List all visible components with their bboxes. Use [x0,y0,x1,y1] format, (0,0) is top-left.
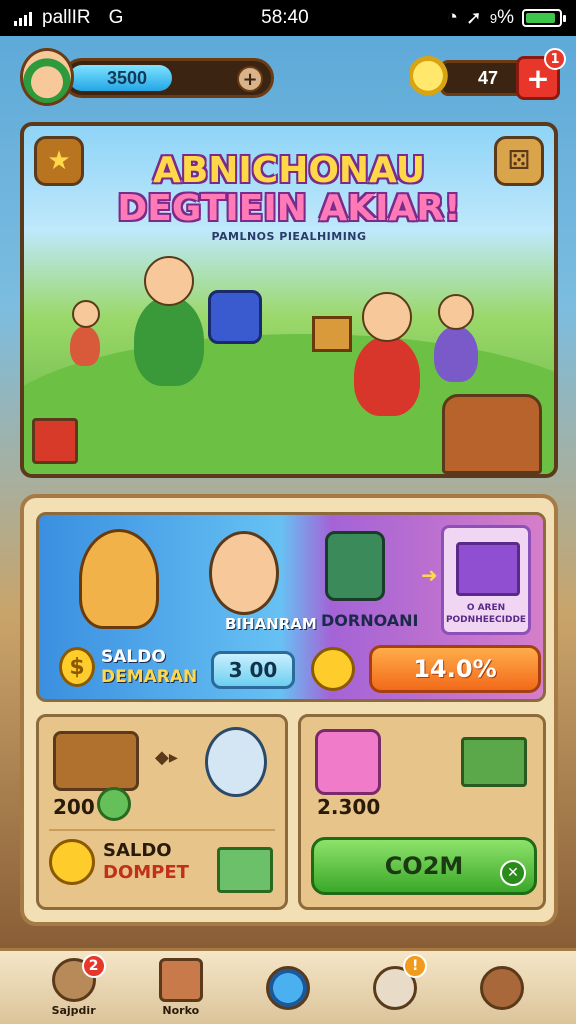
banner-title-line2: DEGTIEIN AKIAR! [117,188,461,229]
box-icon [158,958,203,1002]
nav-item-box[interactable]: Norko [149,954,213,1022]
transfer-arrows-icon: ◆▸ [155,747,178,768]
label-bihanram: BIHANRAM [225,615,317,633]
character-small-left [70,300,100,366]
wallet-value: 200 [53,795,95,819]
gold-coin-icon [49,839,95,885]
event-banner[interactable]: ★ ⚄ ABNICHONAU DEGTIEIN AKIAR! PAMLNOS P… [20,122,558,478]
notification-badge: 1 [544,48,566,70]
mystery-gift-icon [456,542,520,596]
clock: 58:40 [261,7,309,28]
add-coins-button[interactable]: + [237,66,263,92]
mascot-icon [205,727,267,797]
mystery-box[interactable]: O AREN PODNHEECIDDE [441,525,531,635]
wallet-card[interactable]: ◆▸ 200 SALDO DOMPET [36,714,288,910]
saldo-dompet: SALDO DOMPET [49,839,189,885]
coin-value: 3500 [107,68,148,88]
hammer-box-icon [461,737,527,787]
percent-button[interactable]: 14.0% [369,645,541,693]
robot-character [325,531,385,601]
shop-icon [480,965,525,1010]
gem-icon [410,56,450,100]
nav-badge: 2 [81,953,106,978]
battery-percent: 9% [489,7,514,28]
nav-item-globe[interactable] [256,954,320,1022]
alarm-icon: ◔ [446,7,458,28]
crate-item [312,316,352,352]
arrow-right-icon: ➜ [421,563,438,587]
claim-button[interactable]: CO2M ✕ [311,837,537,895]
bottom-nav: Sajpdir 2 Norko ! [0,948,576,1024]
dollar-coin-icon: $ [59,647,95,687]
character-green [134,256,204,386]
mystery-box-label: O AREN PODNHEECIDDE [445,603,527,625]
banner-title: ABNICHONAU DEGTIEIN AKIAR! [24,152,554,228]
player-avatar[interactable] [20,48,74,106]
character-red [354,292,420,416]
coin-bar[interactable]: 3500 + [62,58,274,98]
status-left: pallIR G [14,7,123,29]
coin-icon [311,647,355,691]
status-bar: pallIR G 58:40 ◔ ➚ 9% [0,0,576,36]
claim-button-label: CO2M [384,852,464,880]
demaran-label: DEMARAN [101,667,198,687]
divider [49,829,275,831]
nav-item-shop[interactable] [470,954,534,1022]
banner-subtitle: PAMLNOS PIEALHIMING [211,230,367,243]
nav-label: Norko [162,1004,200,1017]
saldo-demaran: $ SALDO DEMARAN [59,647,197,687]
fox-character [79,529,159,629]
character-head [72,300,100,328]
saldo-dompet-text: SALDO DOMPET [103,840,189,884]
cash-coin-icon [97,787,131,821]
nav-label: Sajpdir [51,1004,96,1017]
battery-fill [525,13,555,23]
carrier-label: pallIR [42,7,91,28]
saldo-label: SALDO [101,647,166,667]
money-stack-icon [217,847,273,893]
character-blonde [434,294,478,382]
shop-value: 2.300 [317,795,381,819]
shop-card[interactable]: 2.300 CO2M ✕ [298,714,546,910]
globe-icon [265,965,310,1010]
character-head [144,256,194,306]
label-dornoani: DORNOANI [321,611,419,630]
top-hud: 3500 + 47 + 1 [0,40,576,116]
saldo-value-pill: 3 00 [211,651,295,689]
treasure-chest-icon [53,731,139,791]
banner-title-line1: ABNICHONAU [152,150,426,191]
character-head [438,294,474,330]
nav-badge: ! [403,953,428,978]
reward-card[interactable]: BIHANRAM DORNOANI ➜ O AREN PODNHEECIDDE … [36,512,546,702]
gift-box-icon [32,418,78,464]
nav-item-chat[interactable]: ! [363,953,428,1022]
signal-icon [14,10,32,26]
location-icon: ➚ [465,7,482,29]
rewards-panel: BIHANRAM DORNOANI ➜ O AREN PODNHEECIDDE … [20,494,558,926]
saldo-demaran-text: SALDO DEMARAN [101,647,197,687]
backpack-item [208,290,262,344]
tools-icon: ✕ [500,860,526,886]
saldo-label: SALDO [103,840,172,861]
boy-character [209,531,279,615]
dompet-label: DOMPET [103,862,189,883]
status-right: ◔ ➚ 9% [446,7,566,30]
treasure-chest-icon[interactable] [442,394,542,474]
network-label: G [108,7,124,28]
battery-icon [521,9,566,27]
gem-group: 47 + 1 [410,48,566,100]
nav-item-home[interactable]: Sajpdir 2 [42,953,106,1022]
character-head [362,292,412,342]
pink-gift-icon [315,729,381,795]
